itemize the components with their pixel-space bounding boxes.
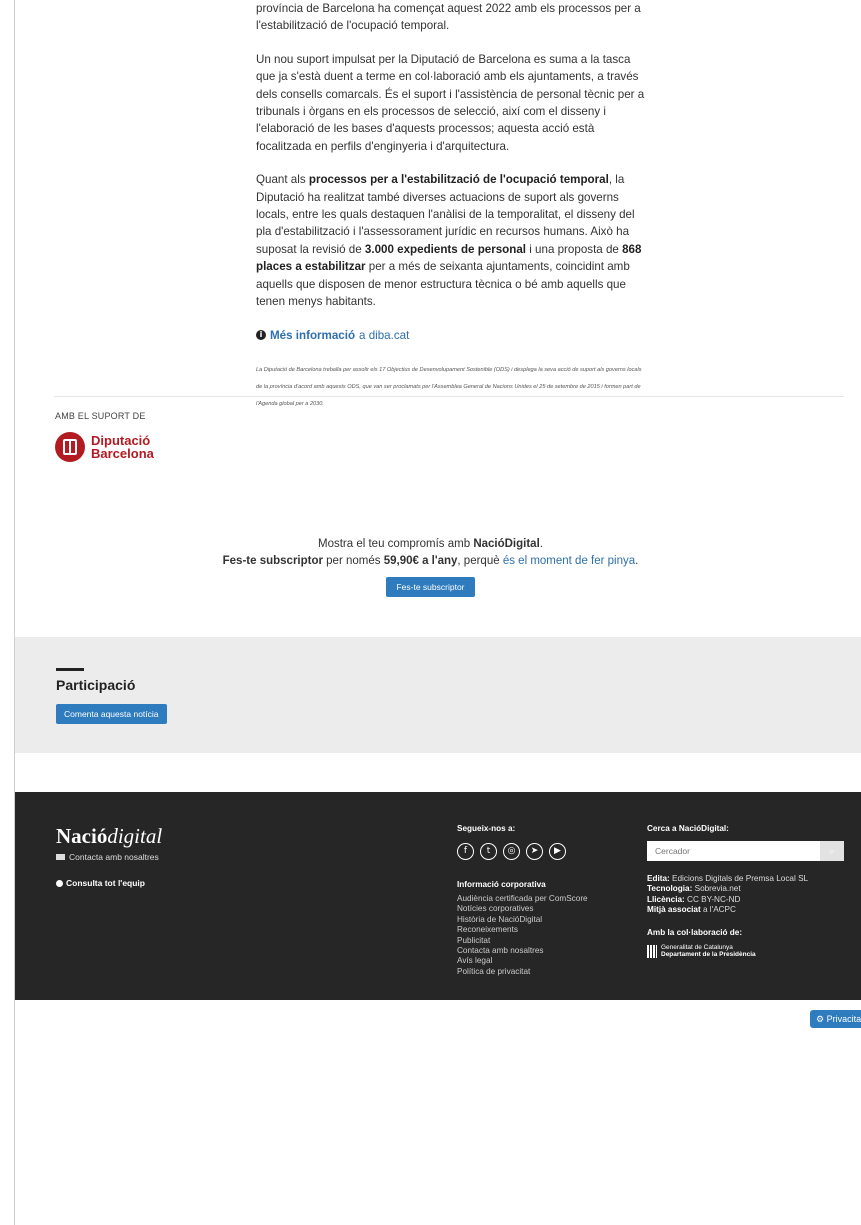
footer-link[interactable]: Contacta amb nosaltres [457,946,637,956]
logo-text: Barcelona [91,446,154,461]
privacy-button[interactable]: ⚙ Privacitat [810,1010,861,1028]
pinya-link[interactable]: és el moment de fer pinya [503,555,635,567]
footer-link[interactable]: Notícies corporatives [457,904,637,914]
twitter-icon[interactable]: t [480,843,497,860]
corporate-links: Audiència certificada per ComScore Notíc… [457,894,637,977]
subscribe-button[interactable]: Fes-te subscriptor [386,577,475,597]
diputacio-emblem-icon [55,432,85,462]
brand-logo[interactable]: Naciódigital [56,824,162,849]
value[interactable]: Sobrevia.net [692,884,741,893]
youtube-icon[interactable]: ▶ [549,843,566,860]
text: . [635,555,639,567]
value[interactable]: CC BY-NC-ND [685,895,740,904]
text: . [539,538,543,550]
privacy-label[interactable]: Privacitat [827,1014,861,1024]
bold-text: processos per a l'estabilització de l'oc… [308,173,609,187]
publisher-info: Edita: Edicions Digitals de Premsa Local… [647,874,852,916]
diputacio-logo[interactable]: Diputació Barcelona [55,432,154,462]
gencat-text: Departament de la Presidència [661,951,756,959]
promo-line-2: Fes-te subscriptor per només 59,90€ a l'… [0,553,861,570]
price-text: 59,90€ a l'any [383,555,458,567]
edita-line: Edita: Edicions Digitals de Premsa Local… [647,874,852,884]
subscribe-promo: Mostra el teu compromís amb NacióDigital… [0,536,861,597]
mail-icon [56,854,65,860]
footer-link[interactable]: Història de NacióDigital [457,915,637,925]
section-bar [56,668,84,671]
search-icon[interactable]: ⌕ [820,841,844,861]
paragraph: Un nou suport impulsat per la Diputació … [256,52,645,153]
value: a l'ACPC [700,905,736,915]
footer-search: ⌕ [647,841,844,861]
ods-fineprint: La Diputació de Barcelona treballa per a… [256,366,642,407]
tech-line: Tecnologia: Sobrevia.net [647,884,852,894]
contact-label[interactable]: Contacta amb nosaltres [69,852,159,862]
label: Llicència: [647,894,685,904]
sponsor-label: AMB EL SUPORT DE [55,411,146,421]
text: per només [322,555,384,567]
brand-bold: Nació [56,824,108,848]
label: Tecnologia: [647,884,693,894]
social-icons: f t ◎ ➤ ▶ [457,843,637,860]
text: Quant als [256,173,309,187]
footer-link[interactable]: Audiència certificada per ComScore [457,894,637,904]
paragraph: Quant als processos per a l'estabilitzac… [256,171,646,310]
label: Edita: [647,874,670,883]
footer-link[interactable]: Reconeixements [457,925,637,935]
section-title: Participació [56,677,136,693]
more-info-site[interactable]: a diba.cat [359,327,409,344]
participation-section: Participació Comenta aquesta notícia [15,637,861,753]
search-title: Cerca a NacióDigital: [647,824,729,833]
corporate-title: Informació corporativa [457,880,546,889]
divider [54,396,844,397]
gencat-text: Generalitat de Catalunya [661,943,733,951]
telegram-icon[interactable]: ➤ [526,843,543,860]
text: Mostra el teu compromís amb [318,538,474,550]
bold-text: NacióDigital [473,538,540,550]
bold-text: Fes-te subscriptor [222,555,323,567]
more-info-label[interactable]: Més informació [270,327,355,344]
comment-button[interactable]: Comenta aquesta notícia [56,704,167,724]
team-label[interactable]: Consulta tot l'equip [66,878,145,888]
follow-title: Segueix-nos a: [457,824,516,833]
collab-title: Amb la col·laboració de: [647,927,743,937]
associated-line: Mitjà associat a l'ACPC [647,905,852,915]
footer-contact-link[interactable]: Contacta amb nosaltres [56,852,159,862]
label: Mitjà associat [647,905,701,915]
page-border [14,0,15,1225]
text: i una proposta de [526,242,623,256]
article-body: província de Barcelona ha començat aques… [256,0,646,413]
footer-link[interactable]: Política de privacitat [457,967,637,977]
footer-column-social: Segueix-nos a: f t ◎ ➤ ▶ Informació corp… [457,824,637,977]
text: , perquè [457,555,503,567]
license-line: Llicència: CC BY-NC-ND [647,895,852,905]
brand-italic: digital [107,824,163,848]
circle-arrow-icon [56,879,63,887]
promo-line-1: Mostra el teu compromís amb NacióDigital… [0,536,861,553]
facebook-icon[interactable]: f [457,843,474,860]
footer-link[interactable]: Avís legal [457,956,637,966]
instagram-icon[interactable]: ◎ [503,843,520,860]
info-icon: i [256,330,266,341]
search-input[interactable] [647,841,820,861]
gencat-emblem-icon [647,944,657,958]
gencat-logo[interactable]: Generalitat de Catalunya Departament de … [647,944,852,959]
footer-link[interactable]: Publicitat [457,936,637,946]
footer-column-info: Cerca a NacióDigital: ⌕ Edita: Edicions … [647,824,852,959]
value: Edicions Digitals de Premsa Local SL [669,874,809,883]
paragraph: província de Barcelona ha començat aques… [256,2,641,33]
more-info-link[interactable]: i Més informació a diba.cat [256,327,646,344]
footer: Naciódigital Contacta amb nosaltres Cons… [15,792,861,1000]
bold-text: 3.000 expedients de personal [364,242,527,256]
team-link[interactable]: Consulta tot l'equip [56,878,145,888]
